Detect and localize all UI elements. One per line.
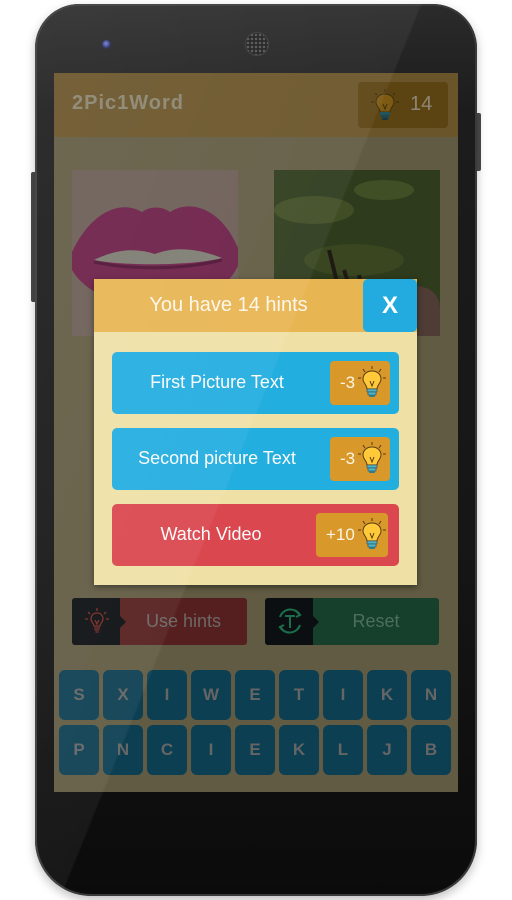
light-sensor (407, 42, 412, 47)
option-label: Second picture Text (138, 448, 296, 468)
option-label: Watch Video (160, 524, 262, 544)
letter-tile[interactable]: B (411, 725, 451, 775)
letter-tile[interactable]: L (323, 725, 363, 775)
letter-tile[interactable]: N (411, 670, 451, 720)
cost-value: -3 (340, 449, 356, 468)
top-bar: 2Pic1Word 14 (54, 73, 458, 137)
refresh-icon (278, 608, 302, 634)
letter-tile[interactable]: J (367, 725, 407, 775)
cost-value: -3 (340, 373, 356, 392)
reset-icon-box (265, 598, 319, 645)
letter-tile[interactable]: I (323, 670, 363, 720)
hints-dialog: You have 14 hints X First Picture Text -… (94, 279, 417, 585)
lightbulb-icon (358, 366, 386, 397)
watch-video-button[interactable]: Watch Video +10 (112, 504, 399, 566)
first-picture-text-button[interactable]: First Picture Text -3 (112, 352, 399, 414)
proximity-sensor (393, 41, 400, 48)
letter-tile[interactable]: C (147, 725, 187, 775)
reset-label: Reset (352, 611, 400, 631)
letter-tile[interactable]: P (59, 725, 99, 775)
app-title: 2Pic1Word (72, 92, 184, 114)
lightbulb-icon (358, 442, 386, 473)
front-camera (102, 40, 111, 49)
hint-counter[interactable]: 14 (358, 82, 448, 128)
letter-tile[interactable]: K (279, 725, 319, 775)
letter-tile[interactable]: N (103, 725, 143, 775)
option-label: First Picture Text (150, 372, 284, 392)
close-button[interactable]: X (363, 279, 417, 332)
lightbulb-icon (85, 608, 109, 633)
letter-tile[interactable]: S (59, 670, 99, 720)
letter-tile[interactable]: I (191, 725, 231, 775)
letter-tile[interactable]: T (279, 670, 319, 720)
cost-badge: -3 (330, 437, 390, 481)
reward-badge: +10 (316, 513, 388, 557)
earpiece-speaker (246, 33, 268, 55)
dialog-title: You have 14 hints (149, 294, 308, 316)
lightbulb-icon (371, 89, 399, 120)
use-hints-label: Use hints (145, 611, 222, 631)
letter-tile[interactable]: X (103, 670, 143, 720)
reset-button[interactable]: Reset (265, 598, 439, 645)
letter-tile[interactable]: E (235, 725, 275, 775)
hint-count: 14 (410, 93, 433, 115)
use-hints-icon-box (72, 598, 126, 645)
app-screen: 2Pic1Word 14 Use hints Reset S X I W E T… (54, 73, 458, 792)
reward-value: +10 (326, 525, 355, 544)
cost-badge: -3 (330, 361, 390, 405)
lightbulb-icon (358, 518, 386, 549)
letter-tile[interactable]: E (235, 670, 275, 720)
second-picture-text-button[interactable]: Second picture Text -3 (112, 428, 399, 490)
letter-tile[interactable]: K (367, 670, 407, 720)
letter-tile[interactable]: I (147, 670, 187, 720)
use-hints-button[interactable]: Use hints (72, 598, 247, 645)
letter-tile[interactable]: W (191, 670, 231, 720)
